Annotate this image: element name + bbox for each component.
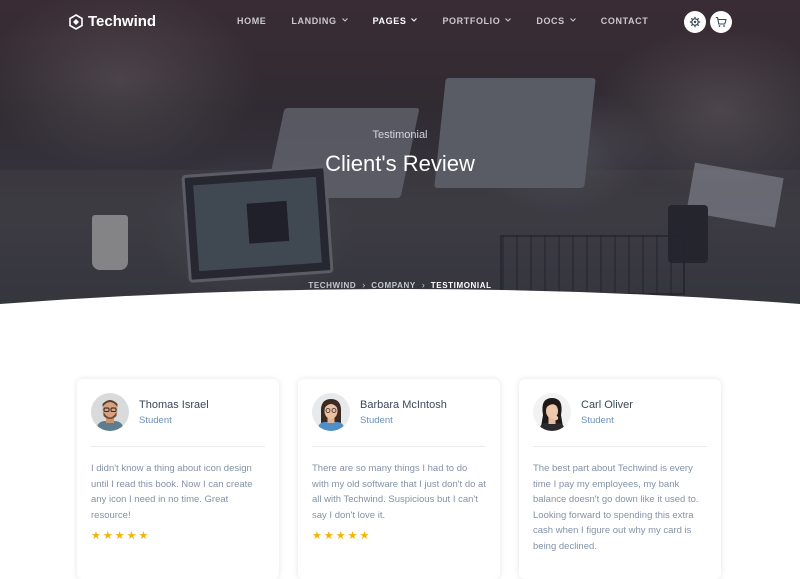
gear-icon bbox=[689, 16, 701, 28]
testimonial-text: The best part about Techwind is every ti… bbox=[533, 463, 699, 552]
brand-logo[interactable]: Techwind bbox=[68, 13, 156, 30]
testimonial-text: I didn't know a thing about icon design … bbox=[91, 463, 253, 521]
nav-item-home[interactable]: HOME bbox=[237, 16, 266, 26]
nav-label: LANDING bbox=[291, 16, 337, 26]
cart-button[interactable] bbox=[710, 11, 732, 33]
brand-name: Techwind bbox=[88, 13, 157, 30]
chevron-down-icon bbox=[341, 18, 348, 22]
nav-label: DOCS bbox=[536, 16, 565, 26]
page-title: Client's Review bbox=[325, 151, 475, 176]
reviewer-role: Student bbox=[139, 415, 172, 426]
nav-item-portfolio[interactable]: PORTFOLIO bbox=[442, 16, 512, 26]
nav-item-docs[interactable]: DOCS bbox=[536, 16, 576, 26]
testimonial-card: Barbara McIntosh Student There are so ma… bbox=[298, 379, 500, 579]
nav-label: HOME bbox=[237, 16, 267, 26]
reviewer-name: Barbara McIntosh bbox=[360, 399, 447, 411]
reviewer-name: Thomas Israel bbox=[139, 399, 209, 411]
nav-item-landing[interactable]: LANDING bbox=[291, 16, 348, 26]
top-navigation: Techwind HOME LANDING PAGES PORTFOLIO DO… bbox=[0, 0, 800, 44]
reviewer-role: Student bbox=[581, 415, 614, 426]
avatar bbox=[533, 393, 571, 431]
reviewer-name: Carl Oliver bbox=[581, 399, 633, 411]
avatar bbox=[312, 393, 350, 431]
hero-curve-divider bbox=[0, 289, 800, 342]
nav-label: PAGES bbox=[372, 16, 407, 26]
reviewer-role: Student bbox=[360, 415, 393, 426]
star-rating: ★★★★★ bbox=[312, 530, 372, 542]
chevron-down-icon bbox=[411, 18, 418, 22]
chevron-down-icon bbox=[569, 18, 576, 22]
chevron-down-icon bbox=[505, 18, 512, 22]
testimonial-card: Thomas Israel Student I didn't know a th… bbox=[77, 379, 279, 579]
cart-icon bbox=[715, 16, 727, 27]
card-divider bbox=[533, 446, 707, 447]
avatar bbox=[91, 393, 129, 431]
card-divider bbox=[91, 446, 265, 447]
settings-button[interactable] bbox=[684, 11, 706, 33]
hero-kicker: Testimonial bbox=[372, 129, 428, 141]
hero-section: Techwind HOME LANDING PAGES PORTFOLIO DO… bbox=[0, 0, 800, 304]
card-divider bbox=[312, 446, 486, 447]
main-menu: HOME LANDING PAGES PORTFOLIO DOCS CONTAC… bbox=[237, 16, 673, 26]
nav-label: CONTACT bbox=[600, 16, 649, 26]
logo-icon bbox=[69, 13, 83, 30]
nav-label: PORTFOLIO bbox=[442, 16, 501, 26]
testimonial-card: Carl Oliver Student The best part about … bbox=[519, 379, 721, 579]
nav-item-contact[interactable]: CONTACT bbox=[601, 16, 649, 26]
nav-item-pages[interactable]: PAGES bbox=[373, 16, 418, 26]
testimonial-text: There are so many things I had to do wit… bbox=[312, 463, 486, 521]
star-rating: ★★★★★ bbox=[91, 530, 151, 542]
